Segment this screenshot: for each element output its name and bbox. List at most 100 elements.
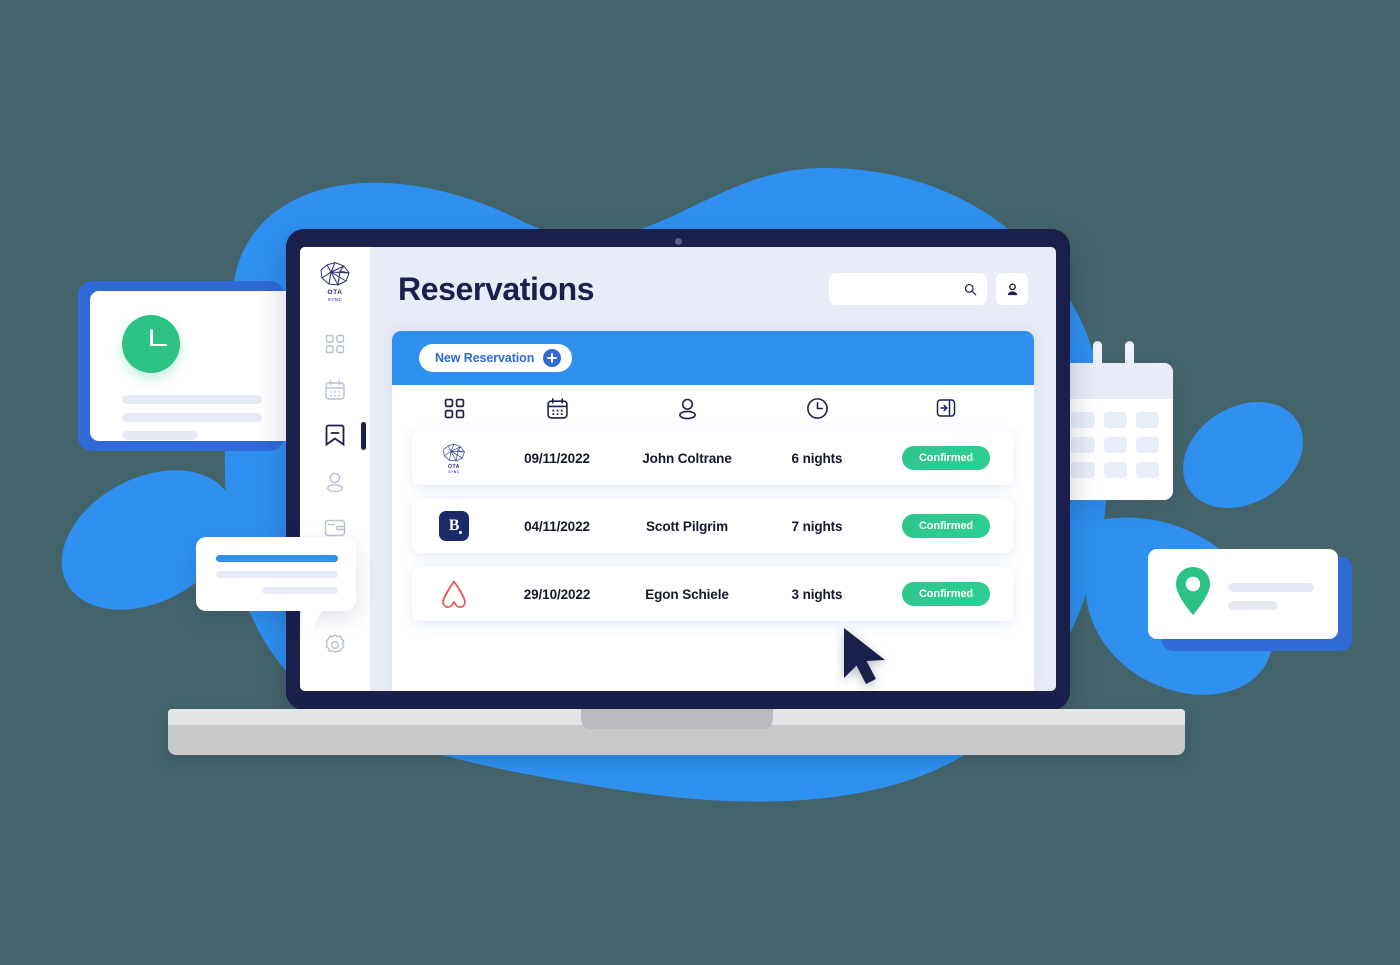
row-date: 29/10/2022 — [523, 586, 591, 602]
row-date: 04/11/2022 — [524, 518, 590, 534]
speech-line-highlighted — [216, 555, 338, 562]
placeholder-line — [122, 395, 262, 404]
main-panel: Reservations New Reservation OTA SYNC 09… — [370, 247, 1056, 691]
row-guest: Scott Pilgrim — [646, 518, 728, 534]
speech-bubble-body — [196, 537, 356, 611]
sidebar-item-reservations[interactable] — [315, 416, 366, 456]
sidebar-active-indicator — [361, 422, 366, 451]
row-guest: John Coltrane — [642, 450, 732, 466]
search-input[interactable] — [839, 282, 965, 296]
grid-icon — [325, 334, 345, 354]
status-badge[interactable]: Confirmed — [901, 446, 991, 470]
status-badge[interactable]: Confirmed — [901, 514, 991, 538]
row-source-logo: OTA SYNC — [412, 443, 496, 474]
user-icon — [326, 472, 344, 493]
reservations-card: New Reservation OTA SYNC 09/11/2022 John… — [392, 331, 1034, 691]
sidebar-logo[interactable]: OTA SYNC — [318, 261, 352, 302]
laptop-base — [168, 709, 1185, 755]
clock-card-surface — [90, 291, 296, 441]
sidebar-item-dashboard[interactable] — [315, 324, 355, 364]
speech-bubble-widget — [196, 537, 374, 652]
new-reservation-label: New Reservation — [435, 351, 535, 365]
booking-com-logo: B — [439, 511, 469, 541]
webcam-dot — [674, 238, 682, 245]
calendar-day-cell — [1103, 462, 1127, 478]
bookmark-icon — [325, 424, 345, 447]
user-icon — [678, 398, 696, 419]
illustration-stage: OTA SYNC Reservations New Reservation OT… — [0, 0, 1400, 965]
header-actions — [829, 273, 1028, 305]
search-box[interactable] — [829, 273, 987, 305]
table-row[interactable]: B 04/11/2022 Scott Pilgrim 7 nights Conf… — [412, 499, 1014, 553]
row-status-cell: Confirmed — [878, 446, 1014, 470]
booking-logo-dot — [459, 531, 462, 534]
calendar-day-cell — [1135, 462, 1159, 478]
placeholder-line — [122, 413, 262, 422]
wallet-icon — [324, 519, 346, 537]
logo-text-sync: SYNC — [327, 297, 343, 303]
user-icon — [1007, 282, 1017, 295]
sidebar-item-calendar[interactable] — [315, 370, 355, 410]
column-header-source[interactable] — [412, 398, 496, 419]
row-source-logo — [412, 578, 496, 610]
toolbar: New Reservation — [392, 331, 1034, 385]
clock-icon — [806, 397, 828, 419]
sidebar-item-guests[interactable] — [315, 462, 355, 502]
table-header-row — [392, 385, 1034, 431]
clock-widget-card — [78, 281, 296, 451]
reservation-rows: OTA SYNC 09/11/2022 John Coltrane 6 nigh… — [392, 431, 1034, 621]
row-guest: Egon Schiele — [645, 586, 729, 602]
calendar-day-cell — [1135, 437, 1159, 453]
status-card-icon — [936, 399, 956, 417]
search-icon[interactable] — [964, 282, 977, 297]
page-header: Reservations — [392, 247, 1034, 331]
otasync-brain-logo-icon — [320, 261, 350, 286]
otasync-brain-logo-icon — [443, 443, 465, 461]
column-header-status[interactable] — [878, 397, 1014, 419]
calendar-day-cell — [1135, 412, 1159, 428]
row-status-cell: Confirmed — [878, 514, 1014, 538]
laptop-trackpad-notch — [580, 709, 773, 729]
speech-line — [216, 571, 338, 578]
calendar-icon — [546, 397, 568, 419]
calendar-day-cell — [1071, 462, 1095, 478]
otasync-logo: OTA SYNC — [441, 443, 467, 474]
grid-icon — [444, 398, 464, 418]
speech-bubble-tail — [302, 607, 324, 647]
blob-right — [1183, 402, 1303, 508]
plus-circle-icon — [543, 349, 562, 367]
row-nights: 3 nights — [791, 586, 843, 602]
location-widget-card — [1148, 549, 1352, 651]
row-nights: 6 nights — [791, 450, 843, 466]
calendar-day-cell — [1071, 412, 1095, 428]
placeholder-line — [122, 431, 198, 440]
calendar-icon — [325, 380, 345, 400]
logo-text-sync: SYNC — [448, 469, 460, 474]
mouse-pointer-icon — [844, 628, 885, 684]
calendar-day-cell — [1071, 437, 1095, 453]
row-source-logo: B — [412, 511, 496, 541]
column-header-guest[interactable] — [618, 397, 756, 420]
page-title: Reservations — [398, 270, 595, 307]
placeholder-line — [1228, 601, 1278, 610]
column-header-date[interactable] — [496, 397, 618, 420]
calendar-day-cell — [1103, 437, 1127, 453]
laptop-lid: OTA SYNC Reservations New Reservation OT… — [286, 229, 1070, 710]
app-screen: OTA SYNC Reservations New Reservation OT… — [300, 247, 1056, 691]
calendar-day-cell — [1103, 412, 1127, 428]
airbnb-logo-icon — [442, 580, 466, 608]
row-nights: 7 nights — [791, 518, 843, 534]
column-header-duration[interactable] — [756, 397, 878, 420]
new-reservation-button[interactable]: New Reservation — [419, 344, 573, 372]
placeholder-line — [1228, 583, 1314, 592]
location-card-surface — [1148, 549, 1338, 639]
map-pin-icon — [1176, 567, 1210, 615]
status-badge[interactable]: Confirmed — [901, 582, 991, 606]
row-date: 09/11/2022 — [524, 450, 590, 466]
profile-button[interactable] — [996, 273, 1028, 305]
clock-icon — [122, 315, 180, 373]
speech-line — [262, 587, 338, 594]
table-row[interactable]: OTA SYNC 09/11/2022 John Coltrane 6 nigh… — [412, 431, 1014, 485]
table-row[interactable]: 29/10/2022 Egon Schiele 3 nights Confirm… — [412, 567, 1014, 621]
row-status-cell: Confirmed — [878, 582, 1014, 606]
